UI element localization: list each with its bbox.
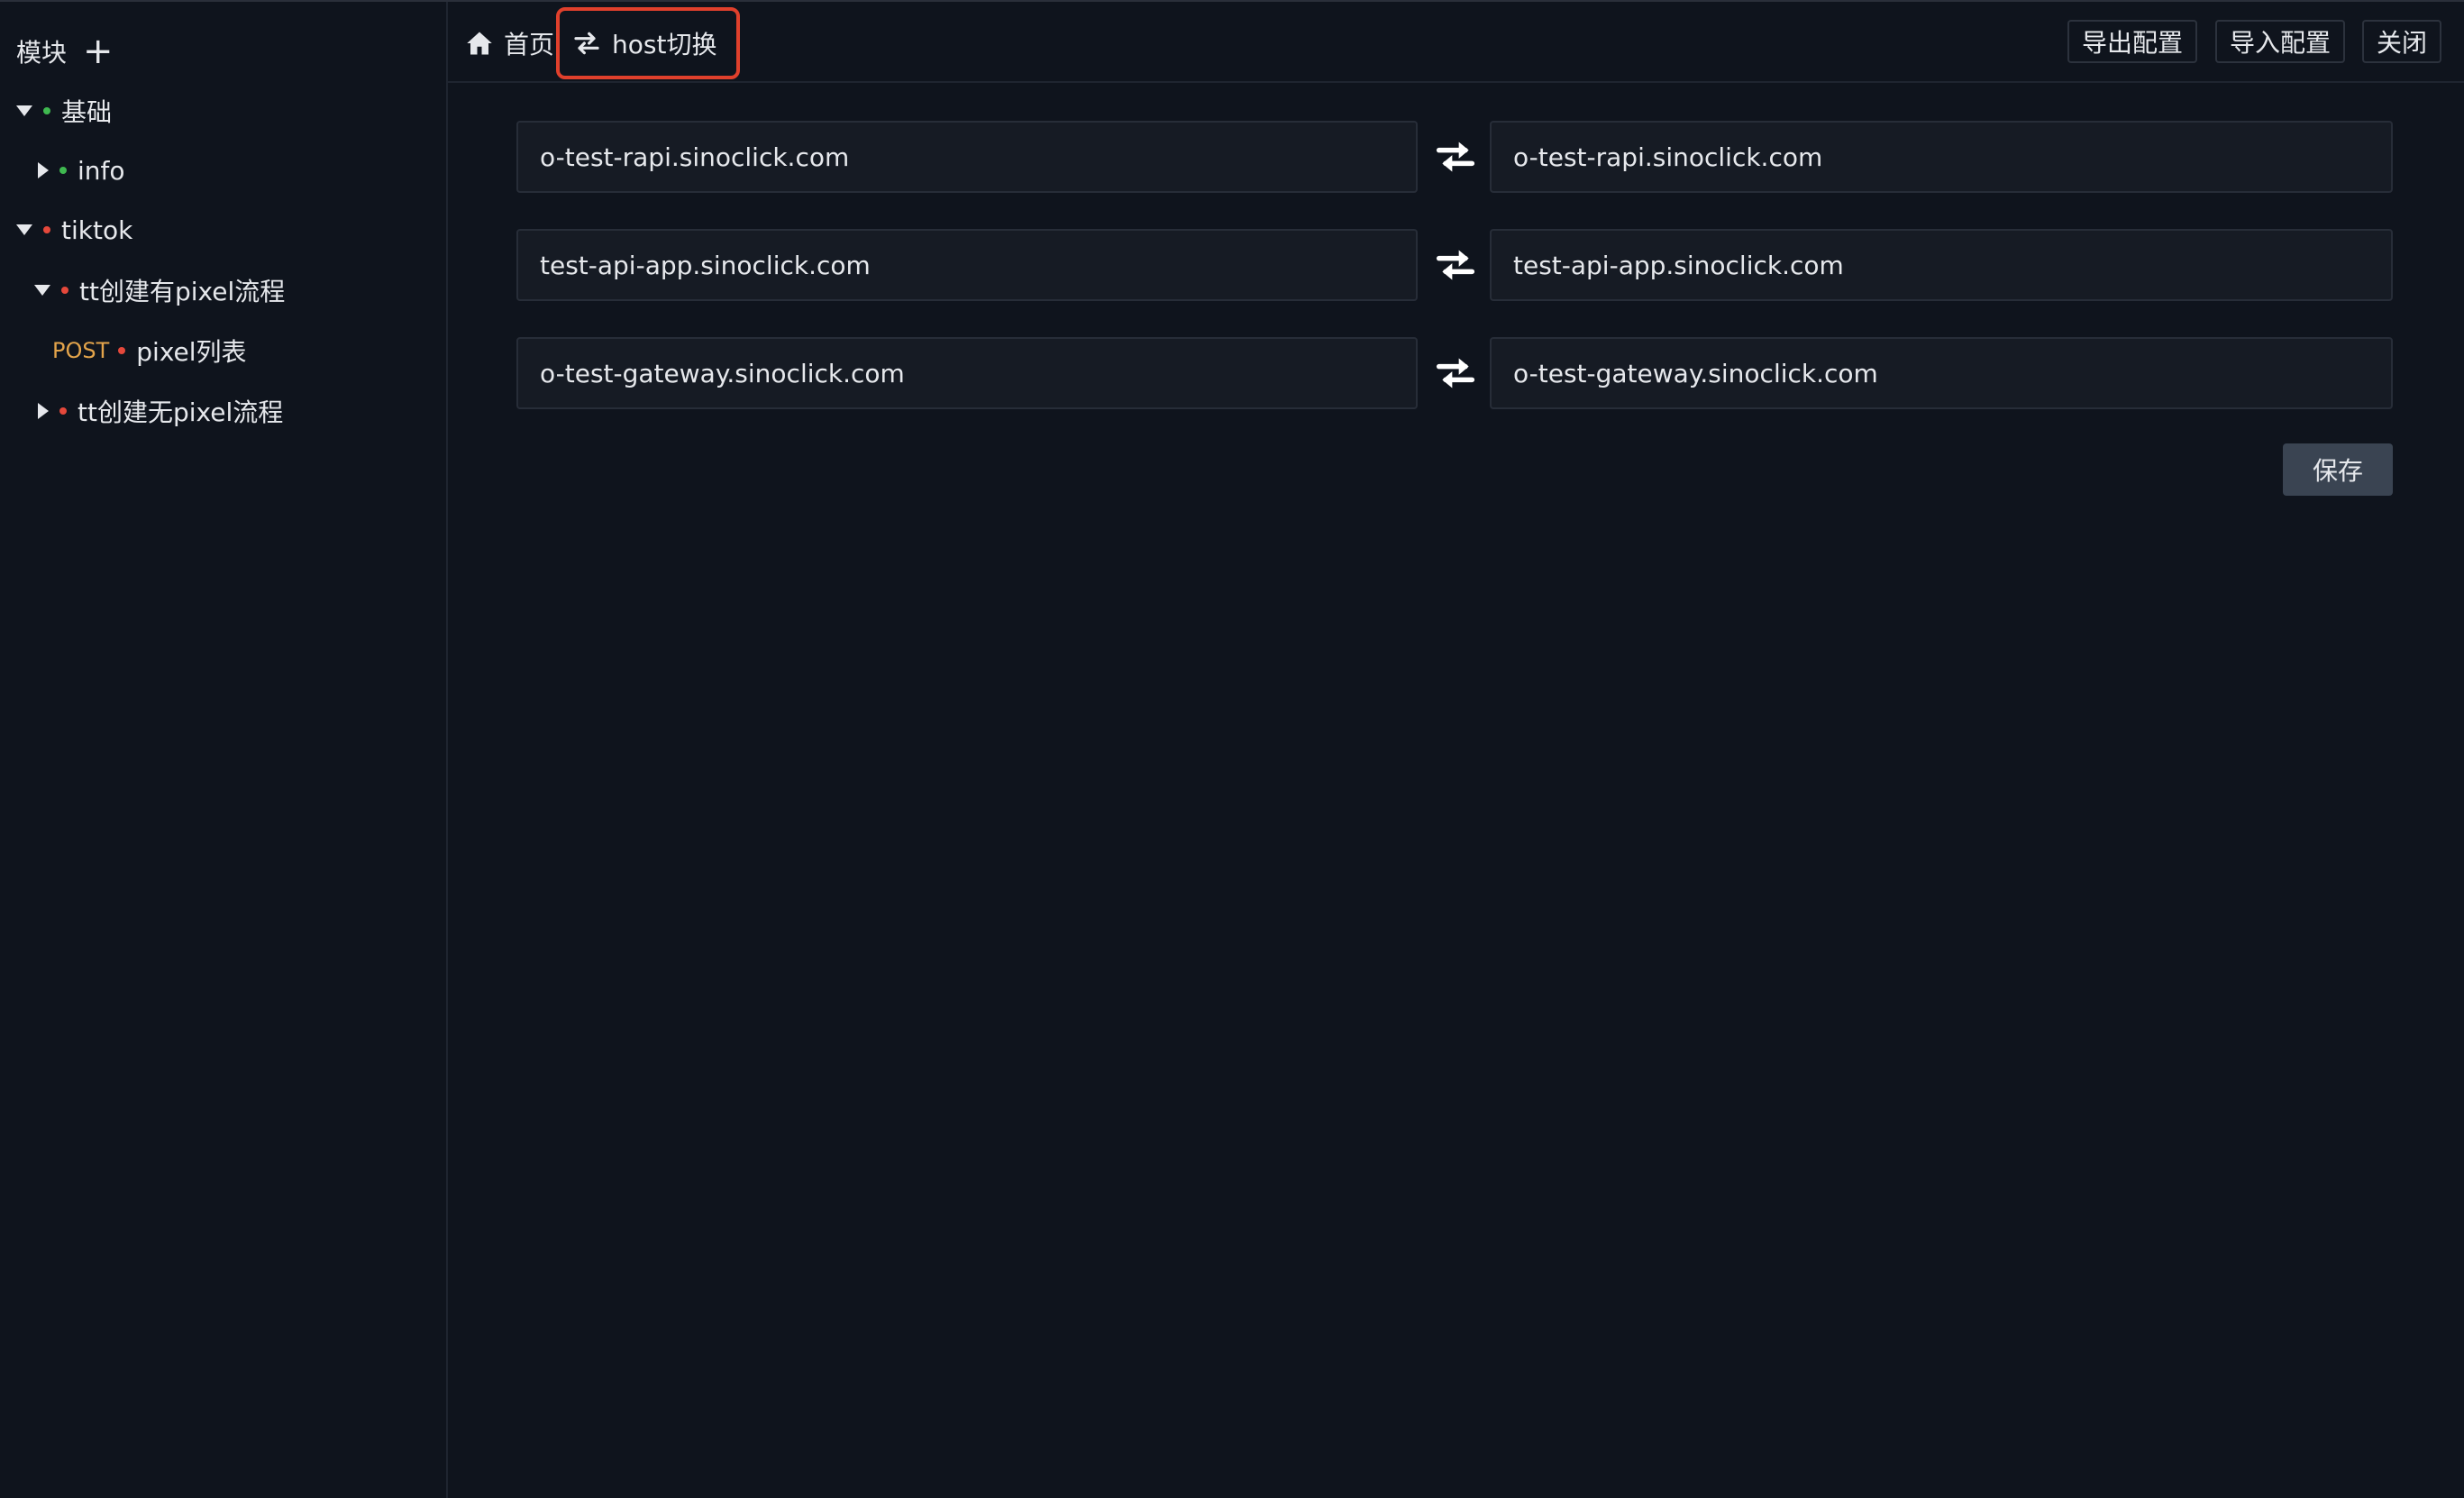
status-dot [59, 167, 67, 174]
app-window: 模块 + 基础 info tiktok tt创建有pixel流程 POST pi [0, 0, 2464, 1498]
target-host-input[interactable] [1490, 121, 2393, 193]
source-host-input[interactable] [516, 121, 1418, 193]
tree-item-tt-without-pixel[interactable]: tt创建无pixel流程 [34, 388, 283, 434]
breadcrumb-home-label: 首页 [504, 30, 555, 59]
caret-down-icon[interactable] [16, 105, 32, 116]
tree-item-tiktok[interactable]: tiktok [16, 207, 132, 252]
tree-item-tt-with-pixel[interactable]: tt创建有pixel流程 [34, 268, 285, 313]
http-method-badge: POST [52, 338, 110, 363]
module-sidebar: 模块 + 基础 info tiktok tt创建有pixel流程 POST pi [0, 2, 448, 1498]
status-dot [118, 347, 126, 354]
tree-item-label: 基础 [61, 97, 113, 127]
tree-item-pixel-list[interactable]: POST pixel列表 [52, 328, 247, 373]
host-mapping-row [516, 121, 2393, 193]
caret-down-icon[interactable] [16, 224, 32, 235]
sidebar-header: 模块 + [16, 29, 114, 74]
swap-icon[interactable] [1436, 245, 1475, 285]
breadcrumb-host-switch[interactable]: host切换 [556, 7, 741, 79]
status-dot [43, 107, 50, 114]
status-dot [59, 407, 67, 415]
caret-right-icon[interactable] [38, 162, 49, 178]
source-host-input[interactable] [516, 337, 1418, 409]
tree-item-label: info [78, 155, 125, 186]
breadcrumb-home[interactable]: 首页 [466, 16, 554, 70]
caret-right-icon[interactable] [38, 403, 49, 419]
target-host-input[interactable] [1490, 337, 2393, 409]
source-host-input[interactable] [516, 229, 1418, 301]
add-module-icon[interactable]: + [83, 33, 114, 69]
top-bar: 首页 host切换 导出配置 导入配置 关闭 [448, 2, 2464, 83]
tree-item-label: tiktok [61, 215, 133, 245]
close-button[interactable]: 关闭 [2362, 20, 2442, 63]
save-button[interactable]: 保存 [2283, 443, 2393, 496]
status-dot [61, 287, 68, 294]
tree-item-label: tt创建有pixel流程 [79, 277, 286, 306]
tree-item-label: tt创建无pixel流程 [78, 397, 284, 427]
home-icon [467, 32, 492, 55]
caret-down-icon[interactable] [34, 285, 50, 296]
export-config-button[interactable]: 导出配置 [2067, 20, 2198, 63]
tree-item-label: pixel列表 [136, 337, 247, 367]
swap-icon[interactable] [1436, 353, 1475, 393]
swap-icon[interactable] [1436, 137, 1475, 177]
status-dot [43, 226, 50, 233]
target-host-input[interactable] [1490, 229, 2393, 301]
sidebar-title: 模块 [16, 38, 68, 68]
tree-item-info[interactable]: info [34, 148, 125, 193]
tree-item-jichu[interactable]: 基础 [16, 88, 112, 133]
host-mapping-row [516, 337, 2393, 409]
import-config-button[interactable]: 导入配置 [2215, 20, 2346, 63]
breadcrumb-active-label: host切换 [612, 30, 717, 59]
host-mapping-row [516, 229, 2393, 301]
swap-icon [574, 32, 599, 55]
